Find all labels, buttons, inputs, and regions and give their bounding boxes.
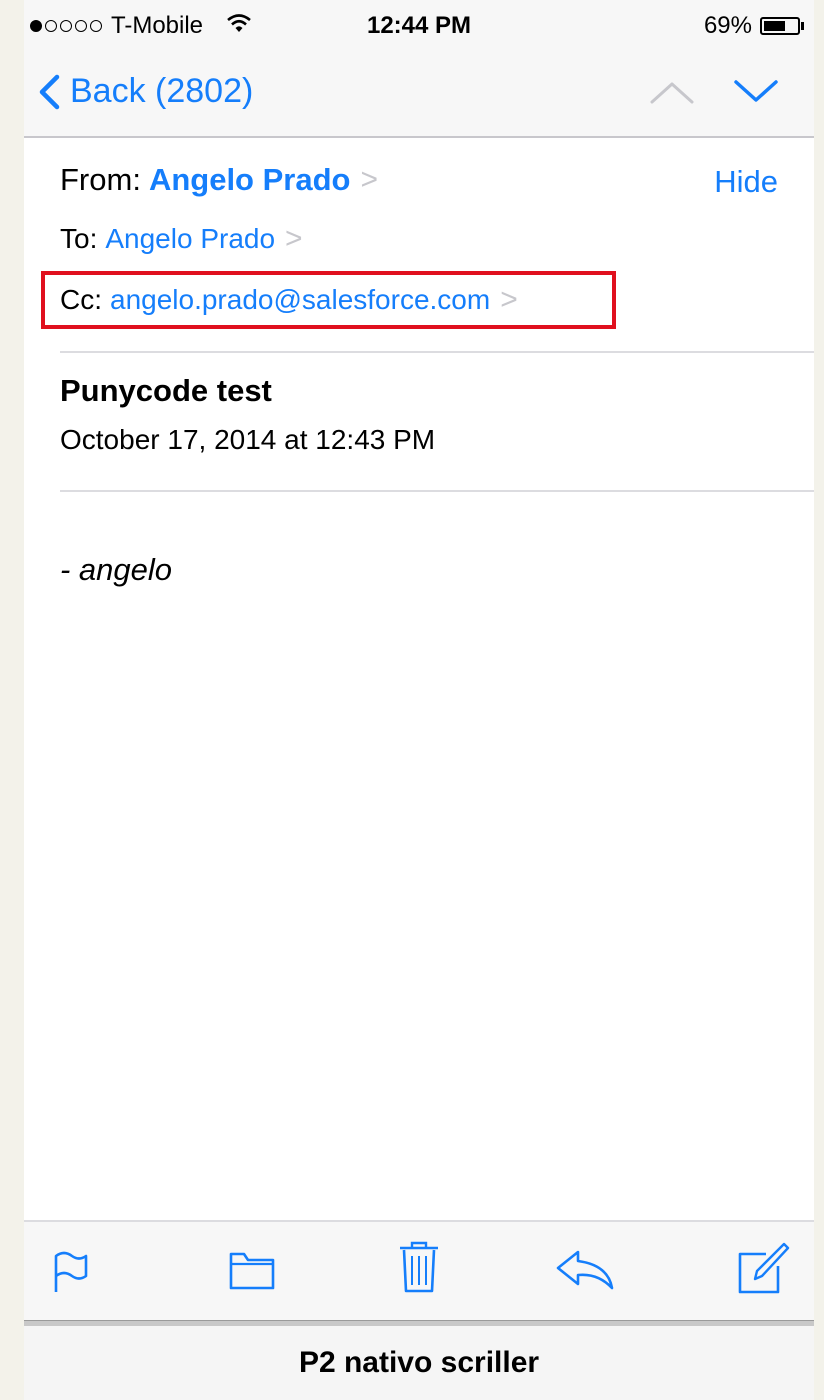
hide-details-button[interactable]: Hide	[714, 164, 778, 200]
message-toolbar	[24, 1220, 814, 1320]
chevron-right-icon: >	[360, 163, 378, 196]
chevron-up-icon	[650, 82, 694, 104]
reply-icon[interactable]	[554, 1248, 616, 1297]
chevron-right-icon: >	[285, 222, 303, 255]
battery-fill	[764, 21, 785, 31]
battery-indicator: 69%	[704, 12, 804, 40]
navigation-bar: Back (2802)	[24, 48, 814, 138]
mail-screen: T-Mobile 12:44 PM 69% Back (2802) From: …	[24, 0, 814, 1400]
battery-icon	[760, 17, 800, 35]
battery-percent: 69%	[703, 12, 752, 39]
message-subject: Punycode test	[60, 373, 272, 408]
back-button-label: Back (2802)	[70, 72, 254, 110]
chevron-left-icon	[39, 74, 60, 109]
status-bar: T-Mobile 12:44 PM 69%	[24, 0, 814, 48]
folder-icon[interactable]	[228, 1248, 276, 1297]
previous-message-button[interactable]	[650, 78, 694, 111]
battery-tip	[801, 22, 804, 30]
from-row: From: Angelo Prado >	[60, 162, 378, 198]
to-label: To:	[60, 223, 98, 254]
back-button[interactable]: Back (2802)	[38, 72, 253, 111]
header-divider	[60, 351, 814, 353]
next-message-button[interactable]	[734, 78, 778, 111]
message-date: October 17, 2014 at 12:43 PM	[60, 424, 436, 455]
chevron-down-icon	[734, 80, 778, 102]
to-row: To: Angelo Prado >	[60, 222, 303, 256]
compose-icon[interactable]	[736, 1240, 792, 1301]
subject-divider	[60, 490, 814, 492]
trash-icon[interactable]	[398, 1240, 440, 1299]
to-recipient-link[interactable]: Angelo Prado	[105, 223, 275, 255]
caption-bar: P2 nativo scriller	[24, 1326, 814, 1400]
flag-icon[interactable]	[52, 1248, 88, 1299]
message-body: - angelo	[60, 552, 173, 587]
caption-text: P2 nativo scriller	[298, 1346, 540, 1379]
cc-highlight-box	[41, 271, 616, 329]
status-time: 12:44 PM	[366, 12, 472, 39]
from-label: From:	[60, 162, 141, 197]
from-sender-link[interactable]: Angelo Prado	[149, 162, 351, 198]
